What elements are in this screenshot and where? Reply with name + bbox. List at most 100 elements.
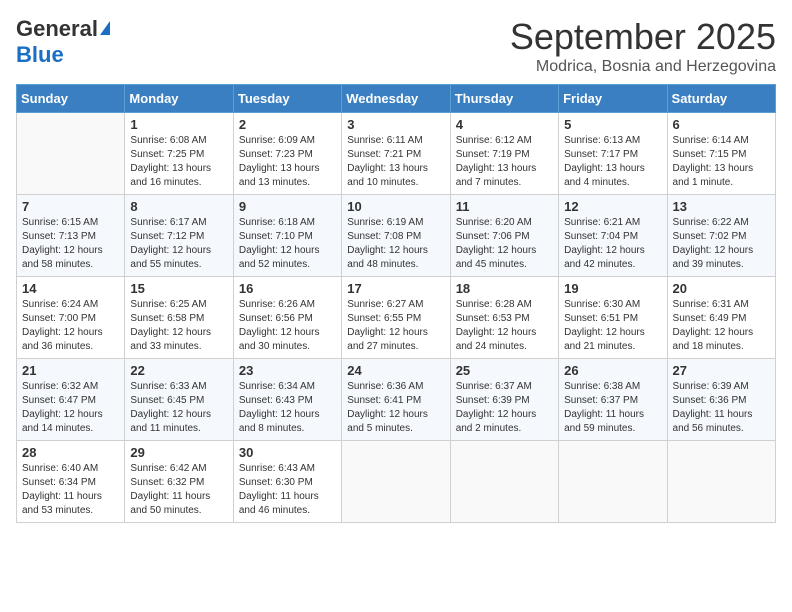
day-number: 20 [673,281,770,296]
day-number: 9 [239,199,336,214]
day-number: 30 [239,445,336,460]
calendar-cell: 2Sunrise: 6:09 AMSunset: 7:23 PMDaylight… [233,113,341,195]
day-number: 11 [456,199,553,214]
calendar-header-friday: Friday [559,85,667,113]
day-info: Sunrise: 6:31 AMSunset: 6:49 PMDaylight:… [673,298,770,354]
day-info: Sunrise: 6:15 AMSunset: 7:13 PMDaylight:… [22,216,119,272]
day-number: 25 [456,363,553,378]
day-number: 6 [673,117,770,132]
day-info: Sunrise: 6:39 AMSunset: 6:36 PMDaylight:… [673,380,770,436]
day-info: Sunrise: 6:08 AMSunset: 7:25 PMDaylight:… [130,134,227,190]
calendar-cell [342,441,450,523]
day-number: 19 [564,281,661,296]
day-number: 27 [673,363,770,378]
calendar-header-row: SundayMondayTuesdayWednesdayThursdayFrid… [17,85,776,113]
calendar-cell: 6 Sunrise: 6:14 AMSunset: 7:15 PMDaylight… [667,113,775,195]
calendar-week-row: 14 Sunrise: 6:24 AMSunset: 7:00 PMDayligh… [17,277,776,359]
calendar-header-tuesday: Tuesday [233,85,341,113]
day-number: 14 [22,281,119,296]
day-number: 29 [130,445,227,460]
calendar-cell: 19 Sunrise: 6:30 AMSunset: 6:51 PMDayligh… [559,277,667,359]
calendar-cell: 25 Sunrise: 6:37 AMSunset: 6:39 PMDayligh… [450,359,558,441]
day-info: Sunrise: 6:22 AMSunset: 7:02 PMDaylight:… [673,216,770,272]
day-number: 24 [347,363,444,378]
day-number: 28 [22,445,119,460]
calendar-cell: 8 Sunrise: 6:17 AMSunset: 7:12 PMDaylight… [125,195,233,277]
day-info: Sunrise: 6:42 AMSunset: 6:32 PMDaylight:… [130,462,227,518]
calendar-cell: 4 Sunrise: 6:12 AMSunset: 7:19 PMDaylight… [450,113,558,195]
calendar-week-row: 28 Sunrise: 6:40 AMSunset: 6:34 PMDayligh… [17,441,776,523]
day-number: 16 [239,281,336,296]
day-number: 23 [239,363,336,378]
day-number: 4 [456,117,553,132]
day-info: Sunrise: 6:25 AMSunset: 6:58 PMDaylight:… [130,298,227,354]
calendar-table: SundayMondayTuesdayWednesdayThursdayFrid… [16,84,776,523]
calendar-cell: 12 Sunrise: 6:21 AMSunset: 7:04 PMDayligh… [559,195,667,277]
calendar-cell: 17 Sunrise: 6:27 AMSunset: 6:55 PMDayligh… [342,277,450,359]
calendar-cell: 1Sunrise: 6:08 AMSunset: 7:25 PMDaylight… [125,113,233,195]
calendar-week-row: 7Sunrise: 6:15 AMSunset: 7:13 PMDaylight… [17,195,776,277]
calendar-cell: 3Sunrise: 6:11 AMSunset: 7:21 PMDaylight… [342,113,450,195]
day-number: 17 [347,281,444,296]
day-info: Sunrise: 6:40 AMSunset: 6:34 PMDaylight:… [22,462,119,518]
calendar-header-saturday: Saturday [667,85,775,113]
calendar-cell: 26 Sunrise: 6:38 AMSunset: 6:37 PMDayligh… [559,359,667,441]
location-title: Modrica, Bosnia and Herzegovina [510,58,776,76]
calendar-cell: 24 Sunrise: 6:36 AMSunset: 6:41 PMDayligh… [342,359,450,441]
calendar-cell: 18Sunrise: 6:28 AMSunset: 6:53 PMDayligh… [450,277,558,359]
day-number: 26 [564,363,661,378]
day-number: 12 [564,199,661,214]
page-header: General Blue September 2025 Modrica, Bos… [16,16,776,76]
day-number: 10 [347,199,444,214]
day-info: Sunrise: 6:36 AMSunset: 6:41 PMDaylight:… [347,380,444,436]
day-info: Sunrise: 6:24 AMSunset: 7:00 PMDaylight:… [22,298,119,354]
calendar-cell: 20 Sunrise: 6:31 AMSunset: 6:49 PMDayligh… [667,277,775,359]
day-info: Sunrise: 6:32 AMSunset: 6:47 PMDaylight:… [22,380,119,436]
logo: General Blue [16,16,110,68]
calendar-header-monday: Monday [125,85,233,113]
calendar-cell: 30 Sunrise: 6:43 AMSunset: 6:30 PMDayligh… [233,441,341,523]
calendar-header-wednesday: Wednesday [342,85,450,113]
day-info: Sunrise: 6:38 AMSunset: 6:37 PMDaylight:… [564,380,661,436]
day-number: 8 [130,199,227,214]
day-info: Sunrise: 6:37 AMSunset: 6:39 PMDaylight:… [456,380,553,436]
day-info: Sunrise: 6:21 AMSunset: 7:04 PMDaylight:… [564,216,661,272]
day-info: Sunrise: 6:13 AMSunset: 7:17 PMDaylight:… [564,134,661,190]
calendar-header-sunday: Sunday [17,85,125,113]
calendar-cell: 13 Sunrise: 6:22 AMSunset: 7:02 PMDayligh… [667,195,775,277]
day-info: Sunrise: 6:19 AMSunset: 7:08 PMDaylight:… [347,216,444,272]
title-block: September 2025 Modrica, Bosnia and Herze… [510,16,776,76]
day-number: 13 [673,199,770,214]
day-info: Sunrise: 6:27 AMSunset: 6:55 PMDaylight:… [347,298,444,354]
calendar-header-thursday: Thursday [450,85,558,113]
day-number: 15 [130,281,227,296]
calendar-cell: 5 Sunrise: 6:13 AMSunset: 7:17 PMDaylight… [559,113,667,195]
day-info: Sunrise: 6:30 AMSunset: 6:51 PMDaylight:… [564,298,661,354]
day-number: 2 [239,117,336,132]
calendar-week-row: 21 Sunrise: 6:32 AMSunset: 6:47 PMDayligh… [17,359,776,441]
calendar-cell: 9Sunrise: 6:18 AMSunset: 7:10 PMDaylight… [233,195,341,277]
calendar-cell: 27 Sunrise: 6:39 AMSunset: 6:36 PMDayligh… [667,359,775,441]
day-info: Sunrise: 6:26 AMSunset: 6:56 PMDaylight:… [239,298,336,354]
calendar-cell: 11Sunrise: 6:20 AMSunset: 7:06 PMDayligh… [450,195,558,277]
day-number: 21 [22,363,119,378]
day-info: Sunrise: 6:33 AMSunset: 6:45 PMDaylight:… [130,380,227,436]
logo-triangle-icon [100,21,110,35]
logo-blue-text: Blue [16,42,64,68]
day-info: Sunrise: 6:28 AMSunset: 6:53 PMDaylight:… [456,298,553,354]
day-info: Sunrise: 6:12 AMSunset: 7:19 PMDaylight:… [456,134,553,190]
calendar-cell [559,441,667,523]
day-info: Sunrise: 6:43 AMSunset: 6:30 PMDaylight:… [239,462,336,518]
day-number: 22 [130,363,227,378]
calendar-cell [667,441,775,523]
calendar-cell: 29 Sunrise: 6:42 AMSunset: 6:32 PMDayligh… [125,441,233,523]
day-info: Sunrise: 6:14 AMSunset: 7:15 PMDaylight:… [673,134,770,190]
calendar-cell: 14 Sunrise: 6:24 AMSunset: 7:00 PMDayligh… [17,277,125,359]
calendar-cell [17,113,125,195]
day-info: Sunrise: 6:17 AMSunset: 7:12 PMDaylight:… [130,216,227,272]
calendar-cell: 28 Sunrise: 6:40 AMSunset: 6:34 PMDayligh… [17,441,125,523]
day-number: 5 [564,117,661,132]
day-info: Sunrise: 6:11 AMSunset: 7:21 PMDaylight:… [347,134,444,190]
calendar-cell: 21 Sunrise: 6:32 AMSunset: 6:47 PMDayligh… [17,359,125,441]
logo-general-text: General [16,16,98,42]
